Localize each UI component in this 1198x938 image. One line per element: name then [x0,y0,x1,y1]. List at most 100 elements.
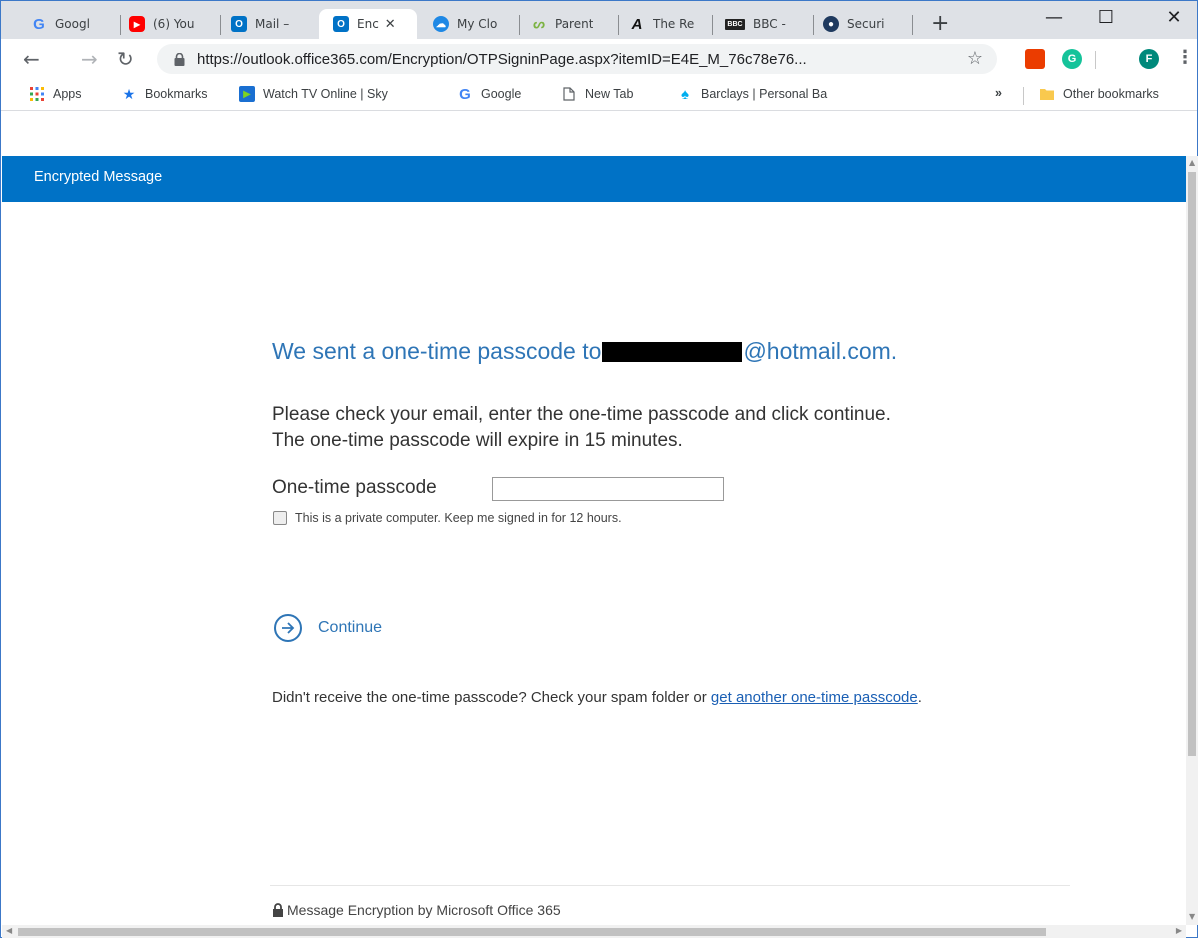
footer-text: Message Encryption by Microsoft Office 3… [287,902,561,918]
headline-domain: @hotmail.com. [743,338,898,364]
padlock-icon [272,903,284,917]
tab-title: Securi [847,17,885,31]
close-window-button[interactable]: ✕ [1151,7,1197,28]
tab-security[interactable]: ● Securi [815,9,907,39]
resend-period: . [917,689,922,706]
profile-avatar[interactable]: F [1139,49,1159,69]
resend-text: Didn't receive the one-time passcode? Ch… [272,689,711,706]
scroll-up-icon[interactable]: ▲ [1189,158,1195,167]
tab-bbc[interactable]: BBC BBC - [717,9,807,39]
get-another-passcode-link[interactable]: get another one-time passcode [711,689,918,706]
bbc-icon: BBC [725,18,745,30]
bookmark-apps[interactable]: Apps [29,86,82,102]
bookmark-barclays[interactable]: ♠ Barclays | Personal Ba [677,86,857,102]
forward-arrow-icon[interactable]: → [81,47,98,71]
youtube-icon: ▶ [129,16,145,32]
instructions-line: The one-time passcode will expire in 15 … [272,430,683,451]
headline-text: We sent a one-time passcode to [272,338,602,364]
tab-divider [519,15,520,35]
bookmark-label: Bookmarks [145,87,208,101]
resend-help-text: Didn't receive the one-time passcode? Ch… [272,687,1002,709]
horizontal-scroll-thumb[interactable] [18,928,1046,936]
bookmark-sky[interactable]: ▶ Watch TV Online | Sky [239,86,449,102]
maximize-button[interactable]: ☐ [1083,7,1129,28]
tab-the-register[interactable]: A The Re [621,9,709,39]
keep-signed-in-label: This is a private computer. Keep me sign… [295,511,622,525]
instructions: Please check your email, enter the one-t… [272,402,1092,454]
outlook-icon: O [333,16,349,32]
toolbar-divider [1095,51,1096,69]
bookmark-label: Apps [53,87,82,101]
google-icon: G [33,15,45,33]
outlook-icon: O [231,16,247,32]
horizontal-scrollbar[interactable]: ◀ ▶ [2,925,1186,938]
sky-icon: ▶ [239,86,255,102]
keep-signed-in-checkbox[interactable] [273,511,287,525]
browser-toolbar: ← → ↻ https://outlook.office365.com/Encr… [1,39,1197,79]
new-tab-button[interactable]: + [931,13,949,35]
vertical-scroll-thumb[interactable] [1188,172,1196,756]
page-icon [561,86,577,102]
tab-google[interactable]: G Googl [23,9,115,39]
lock-icon [171,52,187,66]
scroll-left-icon[interactable]: ◀ [6,926,12,935]
page-viewport: Encrypted Message We sent a one-time pas… [2,112,1186,925]
tab-divider [712,15,713,35]
apps-grid-icon [29,86,45,102]
bookmark-label: New Tab [585,87,634,101]
bookmarks-overflow-chevron-icon[interactable]: » [995,86,1002,100]
scroll-right-icon[interactable]: ▶ [1176,926,1182,935]
footer-divider [270,885,1070,886]
reload-icon[interactable]: ↻ [117,47,134,71]
tab-title: (6) You [153,17,195,31]
bookmark-label: Watch TV Online | Sky [263,87,388,101]
tab-title: My Clo [457,17,498,31]
other-bookmarks[interactable]: Other bookmarks [1039,86,1159,102]
tab-strip: G Googl ▶ (6) You O Mail – O Enc ✕ ☁ My … [1,1,1197,39]
tab-parentpay[interactable]: ᔕ Parent [523,9,613,39]
redacted-email-block [602,342,743,362]
instructions-line: Please check your email, enter the one-t… [272,404,891,425]
the-register-icon: A [631,15,643,33]
tab-youtube[interactable]: ▶ (6) You [121,9,217,39]
keep-signed-in-option[interactable]: This is a private computer. Keep me sign… [273,511,622,525]
otp-input[interactable] [492,477,724,501]
tab-title: Googl [55,17,90,31]
back-arrow-icon[interactable]: ← [23,47,40,71]
url-text: https://outlook.office365.com/Encryption… [197,50,807,68]
barclays-icon: ♠ [681,86,689,102]
scroll-down-icon[interactable]: ▼ [1189,912,1195,921]
tab-divider [912,15,913,35]
continue-label: Continue [318,619,383,636]
bookmark-star-icon[interactable]: ☆ [967,48,983,69]
tab-close-icon[interactable]: ✕ [385,17,396,32]
continue-button[interactable]: Continue [274,614,382,642]
bookmark-label: Other bookmarks [1063,87,1159,101]
bookmark-bookmarks[interactable]: ★ Bookmarks [121,86,208,102]
minimize-button[interactable]: — [1031,7,1077,28]
tab-mail[interactable]: O Mail – [223,9,313,39]
tab-title: Enc [357,17,379,31]
menu-kebab-icon[interactable]: ⋮ [1176,47,1194,68]
tab-title: BBC - [753,17,786,31]
encrypted-message-banner: Encrypted Message [2,156,1186,202]
bookmark-label: Google [481,87,522,101]
tab-encrypted-active[interactable]: O Enc ✕ [319,9,417,39]
bookmarks-divider [1023,87,1024,105]
bookmark-new-tab[interactable]: New Tab [561,86,633,102]
address-bar[interactable]: https://outlook.office365.com/Encryption… [157,44,997,74]
page-footer: Message Encryption by Microsoft Office 3… [272,902,561,918]
tab-divider [618,15,619,35]
otp-label: One-time passcode [272,477,437,498]
tab-my-cloud[interactable]: ☁ My Clo [425,9,515,39]
parentpay-icon: ᔕ [533,16,545,31]
tab-title: The Re [653,17,695,31]
bookmark-label: Barclays | Personal Ba [701,87,828,101]
bookmark-google[interactable]: G Google [457,86,522,103]
office-extension-icon[interactable] [1025,49,1045,69]
arrow-right-circle-icon [274,614,302,642]
folder-icon [1039,86,1055,102]
grammarly-icon[interactable]: G [1062,49,1082,69]
tab-divider [813,15,814,35]
vertical-scrollbar[interactable]: ▲ ▼ [1186,156,1198,925]
